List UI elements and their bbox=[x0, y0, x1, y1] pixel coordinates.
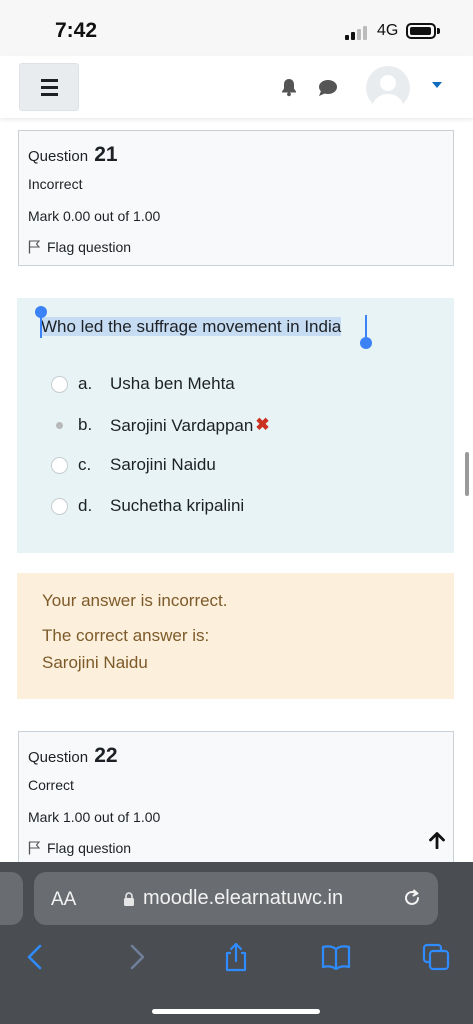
share-icon[interactable] bbox=[221, 942, 251, 972]
radio-button[interactable] bbox=[51, 417, 68, 434]
status-time: 7:42 bbox=[55, 19, 98, 42]
answer-option-d[interactable]: d. Suchetha kripalini bbox=[17, 492, 454, 522]
back-to-top-icon[interactable] bbox=[428, 831, 446, 849]
scrollbar[interactable] bbox=[465, 452, 469, 496]
question-info: Question 21 Incorrect Mark 0.00 out of 1… bbox=[18, 130, 454, 266]
navbar bbox=[0, 56, 473, 118]
flag-question-link[interactable]: Flag question bbox=[28, 840, 131, 856]
network-label: 4G bbox=[377, 22, 399, 39]
feedback-correct-answer: Sarojini Naidu bbox=[42, 653, 148, 672]
answer-text: Usha ben Mehta bbox=[110, 374, 235, 393]
incorrect-icon: ✖ bbox=[255, 415, 270, 434]
selection-handle-start[interactable] bbox=[35, 306, 47, 318]
question-mark: Mark 1.00 out of 1.00 bbox=[28, 809, 161, 825]
question-mark: Mark 0.00 out of 1.00 bbox=[28, 208, 161, 224]
reload-icon[interactable] bbox=[401, 887, 423, 909]
radio-button[interactable] bbox=[51, 498, 68, 515]
answer-text: Sarojini Naidu bbox=[110, 455, 216, 474]
feedback-result: Your answer is incorrect. bbox=[42, 591, 228, 610]
reader-settings-button[interactable]: AA bbox=[51, 889, 76, 911]
forward-icon[interactable] bbox=[122, 942, 152, 972]
question-text: Who led the suffrage movement in India bbox=[41, 317, 342, 336]
question-formulation: Who led the suffrage movement in India a… bbox=[17, 298, 454, 553]
answer-option-b[interactable]: b. Sarojini Vardappan ✖ bbox=[17, 411, 454, 441]
tabs-icon[interactable] bbox=[421, 942, 451, 972]
hamburger-menu-button[interactable] bbox=[19, 63, 79, 111]
lock-icon bbox=[124, 892, 134, 906]
home-indicator bbox=[152, 1009, 320, 1014]
signal-icon bbox=[345, 24, 371, 40]
status-bar: 7:42 4G bbox=[0, 0, 473, 56]
question-number: Question 21 bbox=[28, 143, 118, 166]
question-state: Incorrect bbox=[28, 176, 83, 192]
avatar[interactable] bbox=[366, 66, 410, 110]
bell-icon[interactable] bbox=[279, 77, 299, 97]
battery-icon bbox=[406, 23, 436, 39]
address-bar[interactable]: AA moodle.elearnatuwc.in bbox=[34, 872, 438, 925]
feedback-correct-label: The correct answer is: bbox=[42, 626, 210, 645]
url-text: moodle.elearnatuwc.in bbox=[143, 887, 344, 909]
answer-option-a[interactable]: a. Usha ben Mehta bbox=[17, 370, 454, 400]
flag-icon bbox=[28, 240, 41, 254]
radio-button[interactable] bbox=[51, 457, 68, 474]
question-state: Correct bbox=[28, 777, 74, 793]
chevron-down-icon[interactable] bbox=[432, 82, 442, 88]
question-number: Question 22 bbox=[28, 744, 118, 767]
answer-option-c[interactable]: c. Sarojini Naidu bbox=[17, 451, 454, 481]
flag-icon bbox=[28, 841, 41, 855]
answer-feedback: Your answer is incorrect. The correct an… bbox=[17, 573, 454, 699]
back-icon[interactable] bbox=[20, 942, 50, 972]
question-info: Question 22 Correct Mark 1.00 out of 1.0… bbox=[18, 731, 454, 871]
bookmarks-icon[interactable] bbox=[321, 942, 351, 972]
answer-text: Sarojini Vardappan ✖ bbox=[110, 415, 270, 435]
answer-text: Suchetha kripalini bbox=[110, 496, 245, 515]
flag-question-link[interactable]: Flag question bbox=[28, 239, 131, 255]
radio-button[interactable] bbox=[51, 376, 68, 393]
browser-toolbar: AA moodle.elearnatuwc.in bbox=[0, 862, 473, 1024]
selection-handle-end[interactable] bbox=[360, 337, 372, 349]
previous-tab[interactable] bbox=[0, 872, 23, 925]
chat-icon[interactable] bbox=[318, 79, 338, 97]
